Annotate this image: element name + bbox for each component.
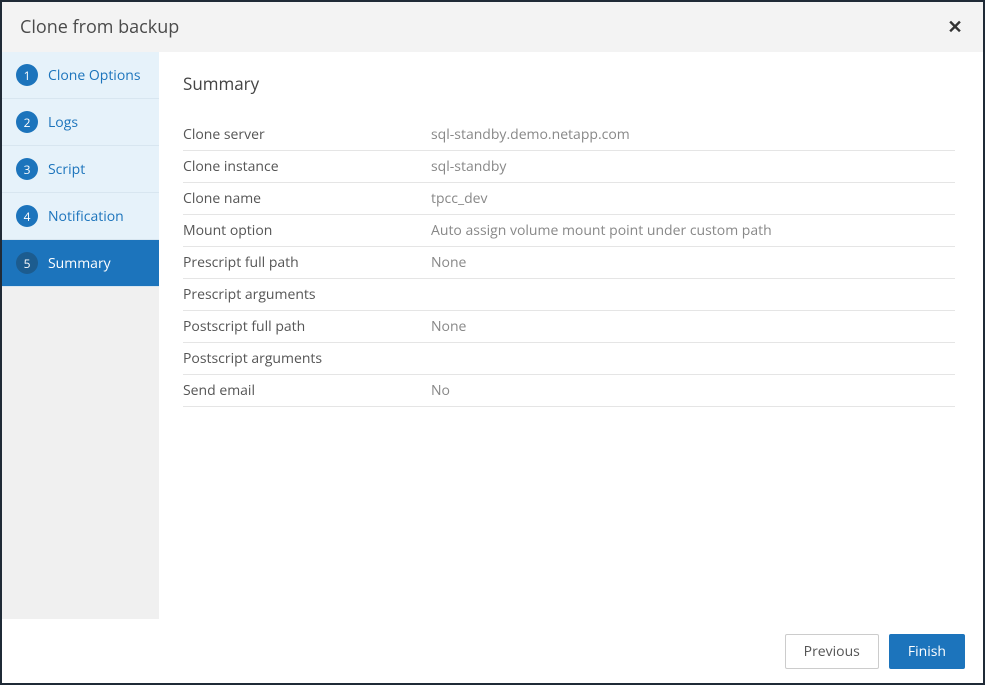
summary-label: Postscript arguments (183, 349, 431, 368)
summary-label: Mount option (183, 221, 431, 240)
step-label: Notification (48, 207, 124, 226)
summary-value: None (431, 253, 955, 272)
summary-value: None (431, 317, 955, 336)
dialog-body: 1 Clone Options 2 Logs 3 Script 4 Notifi… (2, 52, 983, 619)
content-title: Summary (183, 72, 955, 95)
summary-value: tpcc_dev (431, 189, 955, 208)
close-icon[interactable]: ✕ (945, 17, 965, 37)
clone-from-backup-dialog: Clone from backup ✕ 1 Clone Options 2 Lo… (0, 0, 985, 685)
step-script[interactable]: 3 Script (2, 146, 159, 193)
step-number-badge: 5 (16, 252, 38, 274)
summary-value (431, 349, 955, 368)
step-number-badge: 4 (16, 205, 38, 227)
dialog-footer: Previous Finish (2, 619, 983, 683)
finish-button[interactable]: Finish (889, 634, 965, 669)
summary-label: Clone instance (183, 157, 431, 176)
wizard-sidebar: 1 Clone Options 2 Logs 3 Script 4 Notifi… (2, 52, 159, 619)
summary-row-send-email: Send email No (183, 375, 955, 407)
summary-row-mount-option: Mount option Auto assign volume mount po… (183, 215, 955, 247)
summary-row-postscript-args: Postscript arguments (183, 343, 955, 375)
summary-label: Postscript full path (183, 317, 431, 336)
summary-row-postscript-path: Postscript full path None (183, 311, 955, 343)
summary-label: Clone server (183, 125, 431, 144)
step-number-badge: 1 (16, 64, 38, 86)
summary-row-clone-server: Clone server sql-standby.demo.netapp.com (183, 119, 955, 151)
step-label: Summary (48, 254, 111, 273)
dialog-header: Clone from backup ✕ (2, 2, 983, 52)
summary-label: Send email (183, 381, 431, 400)
summary-row-prescript-args: Prescript arguments (183, 279, 955, 311)
summary-label: Clone name (183, 189, 431, 208)
summary-label: Prescript arguments (183, 285, 431, 304)
summary-value: Auto assign volume mount point under cus… (431, 221, 955, 240)
step-summary[interactable]: 5 Summary (2, 240, 159, 287)
summary-value: No (431, 381, 955, 400)
summary-value (431, 285, 955, 304)
summary-row-clone-name: Clone name tpcc_dev (183, 183, 955, 215)
step-clone-options[interactable]: 1 Clone Options (2, 52, 159, 99)
step-logs[interactable]: 2 Logs (2, 99, 159, 146)
step-label: Script (48, 160, 85, 179)
step-label: Clone Options (48, 66, 141, 85)
step-notification[interactable]: 4 Notification (2, 193, 159, 240)
summary-row-clone-instance: Clone instance sql-standby (183, 151, 955, 183)
step-label: Logs (48, 113, 78, 132)
previous-button[interactable]: Previous (785, 634, 879, 669)
step-number-badge: 2 (16, 111, 38, 133)
content-pane: Summary Clone server sql-standby.demo.ne… (159, 52, 983, 619)
summary-row-prescript-path: Prescript full path None (183, 247, 955, 279)
summary-table: Clone server sql-standby.demo.netapp.com… (183, 119, 955, 407)
step-number-badge: 3 (16, 158, 38, 180)
summary-value: sql-standby (431, 157, 955, 176)
dialog-title: Clone from backup (20, 15, 179, 39)
summary-value: sql-standby.demo.netapp.com (431, 125, 955, 144)
summary-label: Prescript full path (183, 253, 431, 272)
